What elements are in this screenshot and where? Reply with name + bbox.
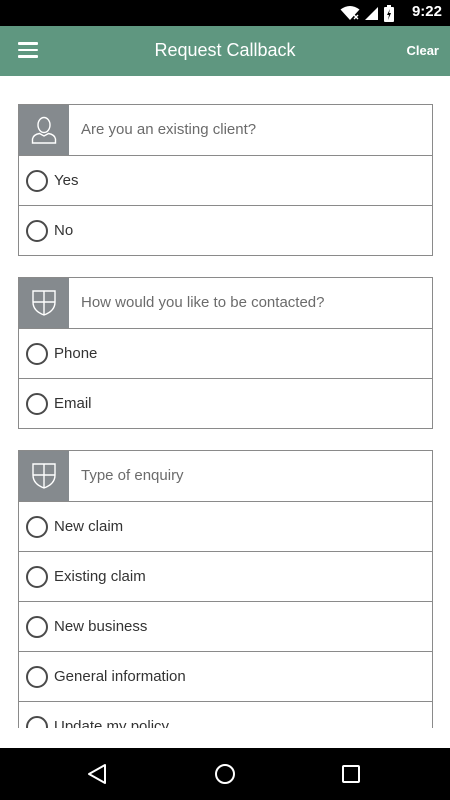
user-icon [31, 116, 57, 144]
battery-icon [384, 4, 394, 22]
radio-option-new-business[interactable]: New business [19, 602, 432, 652]
shield-icon-tile [19, 278, 69, 328]
signal-icon [365, 7, 378, 20]
back-icon[interactable] [86, 762, 108, 786]
section-header: How would you like to be contacted? [19, 278, 432, 329]
option-label: General information [54, 668, 186, 685]
radio-button[interactable] [26, 716, 48, 728]
section-question: How would you like to be contacted? [81, 294, 325, 311]
section-header: Type of enquiry [19, 451, 432, 502]
radio-button[interactable] [26, 393, 48, 415]
option-label: Yes [54, 172, 79, 189]
option-label: New claim [54, 518, 124, 535]
wifi-icon [340, 6, 360, 20]
radio-button[interactable] [26, 566, 48, 588]
radio-option-no[interactable]: No [19, 206, 432, 255]
section-header: Are you an existing client? [19, 105, 432, 156]
option-label: Email [54, 395, 92, 412]
section-question: Type of enquiry [81, 467, 184, 484]
radio-option-general-information[interactable]: General information [19, 652, 432, 702]
shield-icon-tile [19, 451, 69, 501]
section-enquiry-type: Type of enquiry New claim Existing claim… [18, 450, 433, 728]
option-label: New business [54, 618, 148, 635]
option-label: Phone [54, 345, 98, 362]
radio-button[interactable] [26, 616, 48, 638]
radio-button[interactable] [26, 516, 48, 538]
radio-option-new-claim[interactable]: New claim [19, 502, 432, 552]
status-bar: 9:22 [0, 0, 450, 26]
page-title: Request Callback [154, 40, 296, 60]
home-icon[interactable] [213, 762, 237, 786]
clear-button[interactable]: Clear [406, 43, 439, 58]
option-label: No [54, 222, 74, 239]
section-contact-method: How would you like to be contacted? Phon… [18, 277, 433, 429]
radio-button[interactable] [26, 220, 48, 242]
radio-option-email[interactable]: Email [19, 379, 432, 428]
radio-option-update-my-policy[interactable]: Update my policy [19, 702, 432, 728]
user-icon-tile [19, 105, 69, 155]
radio-button[interactable] [26, 170, 48, 192]
app-bar: Request Callback Clear [0, 26, 450, 76]
section-question: Are you an existing client? [81, 121, 257, 138]
recents-icon[interactable] [340, 762, 362, 786]
option-label: Update my policy [54, 718, 170, 728]
shield-icon [32, 290, 56, 316]
radio-option-existing-claim[interactable]: Existing claim [19, 552, 432, 602]
option-label: Existing claim [54, 568, 146, 585]
status-icons [340, 4, 394, 22]
radio-button[interactable] [26, 666, 48, 688]
form-content[interactable]: Are you an existing client? Yes No How w… [0, 76, 450, 728]
shield-icon [32, 463, 56, 489]
status-time: 9:22 [411, 3, 442, 20]
radio-option-yes[interactable]: Yes [19, 156, 432, 206]
section-existing-client: Are you an existing client? Yes No [18, 104, 433, 256]
navigation-bar [0, 748, 450, 800]
radio-button[interactable] [26, 343, 48, 365]
radio-option-phone[interactable]: Phone [19, 329, 432, 379]
